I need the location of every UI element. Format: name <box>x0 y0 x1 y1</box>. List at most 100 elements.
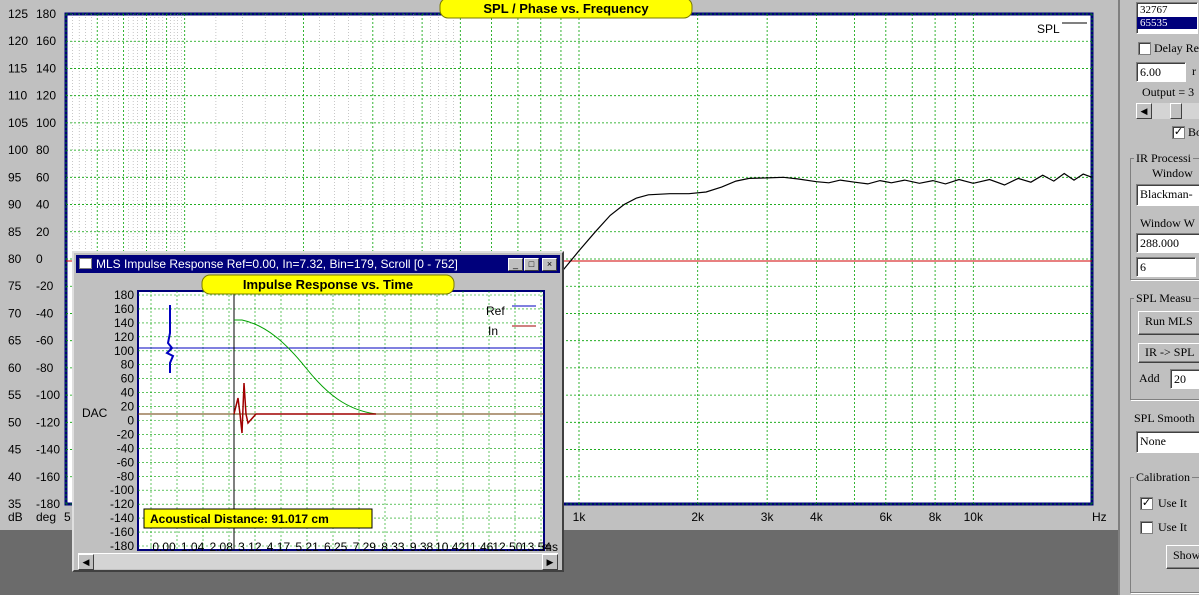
ir-x-unit: ms <box>542 540 558 553</box>
x-tick-label: 2k <box>691 510 705 524</box>
ir-y-tick-label: 140 <box>114 316 134 330</box>
x-tick-label: 3k <box>761 510 775 524</box>
window-system-icon[interactable] <box>79 258 92 269</box>
run-mls-button[interactable]: Run MLS <box>1138 311 1199 335</box>
add-input[interactable]: 20 <box>1170 369 1199 389</box>
y-db-unit: dB <box>8 510 23 524</box>
y-db-tick-label: 70 <box>8 306 22 320</box>
delay-input[interactable]: 6.00 <box>1136 62 1186 82</box>
x-tick-first: 5 <box>64 510 71 524</box>
y-deg-tick-label: -60 <box>36 334 54 348</box>
y-deg-tick-label: 20 <box>36 225 50 239</box>
ir-y-tick-label: 120 <box>114 330 134 344</box>
y-db-tick-label: 85 <box>8 225 22 239</box>
bo-checkbox[interactable]: ✓ <box>1172 126 1185 139</box>
ir-to-spl-button[interactable]: IR -> SPL <box>1138 343 1199 363</box>
ir-y-tick-label: -160 <box>110 525 134 539</box>
slider-thumb[interactable] <box>1170 103 1182 119</box>
ir-y-tick-label: 160 <box>114 302 134 316</box>
y-deg-tick-label: -80 <box>36 361 54 375</box>
window-param-input[interactable]: 6 <box>1136 257 1196 277</box>
y-db-tick-label: 80 <box>8 252 22 266</box>
show-button[interactable]: Show <box>1166 545 1199 569</box>
y-deg-tick-label: -180 <box>36 497 60 511</box>
use-it-checkbox-1[interactable]: ✓ <box>1140 497 1153 510</box>
y-deg-tick-label: -120 <box>36 415 60 429</box>
ir-horizontal-scrollbar[interactable]: ◀ ▶ <box>78 553 558 570</box>
size-list[interactable]: 32767 65535 <box>1136 2 1198 34</box>
list-item-65535[interactable]: 65535 <box>1137 17 1197 29</box>
ir-y-tick-label: -80 <box>117 469 135 483</box>
window-width-label: Window W <box>1140 216 1195 230</box>
maximize-icon[interactable]: □ <box>524 258 539 271</box>
y-db-tick-label: 75 <box>8 279 22 293</box>
legend-spl-label: SPL <box>1037 22 1060 36</box>
ir-y-tick-label: -20 <box>117 427 135 441</box>
ir-y-tick-label: 60 <box>121 372 135 386</box>
ir-y-tick-label: 80 <box>121 358 135 372</box>
ir-window-titlebar[interactable]: MLS Impulse Response Ref=0.00, In=7.32, … <box>76 255 560 273</box>
delay-checkbox[interactable] <box>1138 42 1151 55</box>
ir-x-tick-label: 12.50 <box>492 540 522 553</box>
impulse-response-chart: 180160140120100806040200-20-40-60-80-100… <box>82 274 558 553</box>
ir-plot-title: Impulse Response vs. Time <box>243 277 413 292</box>
y-deg-tick-label: -100 <box>36 388 60 402</box>
y-deg-tick-label: 160 <box>36 34 56 48</box>
x-tick-label: 8k <box>929 510 943 524</box>
ir-x-axis-labels: 0.00 1.04 2.08 3.12 4.17 5.21 6.25 7.29 8.33 9.38… <box>152 540 551 553</box>
minimize-icon[interactable]: _ <box>508 258 523 271</box>
ir-x-tick-label: 5.21 <box>295 540 319 553</box>
y-deg-tick-label: -40 <box>36 306 54 320</box>
y-db-tick-label: 120 <box>8 34 28 48</box>
plot-title: SPL / Phase vs. Frequency <box>483 1 649 16</box>
ir-x-tick-label: 6.25 <box>324 540 348 553</box>
window-type-select[interactable]: Blackman- <box>1136 184 1199 206</box>
y-db-tick-label: 105 <box>8 116 28 130</box>
bo-label: Bo <box>1188 125 1199 139</box>
add-label: Add <box>1139 371 1160 385</box>
ir-x-tick-label: 10.42 <box>435 540 465 553</box>
ir-y-tick-label: -100 <box>110 483 134 497</box>
ir-x-tick-label: 4.17 <box>267 540 291 553</box>
output-slider[interactable]: ◀ <box>1136 103 1199 119</box>
ir-y-tick-label: -140 <box>110 511 134 525</box>
slider-left-arrow[interactable]: ◀ <box>1136 103 1152 119</box>
ir-x-tick-label: 9.38 <box>410 540 434 553</box>
y-db-tick-label: 60 <box>8 361 22 375</box>
y-db-tick-label: 125 <box>8 7 28 21</box>
ir-x-tick-label: 11.46 <box>464 540 493 553</box>
spl-measure-label: SPL Measu <box>1134 291 1194 306</box>
y-deg-tick-label: 140 <box>36 61 56 75</box>
ir-y-tick-label: 20 <box>121 400 135 414</box>
output-label: Output = 3 <box>1142 85 1195 99</box>
ir-x-tick-label: 8.33 <box>381 540 405 553</box>
smooth-select[interactable]: None <box>1136 431 1199 453</box>
impulse-response-window[interactable]: MLS Impulse Response Ref=0.00, In=7.32, … <box>72 251 564 572</box>
legend-in-label: In <box>488 324 498 338</box>
scroll-left-icon[interactable]: ◀ <box>78 554 94 570</box>
calibration-group <box>1130 477 1199 593</box>
y-db-tick-label: 50 <box>8 415 22 429</box>
y-deg-tick-label: 80 <box>36 143 50 157</box>
x-tick-label: 4k <box>810 510 824 524</box>
y-deg-tick-label: -20 <box>36 279 54 293</box>
ir-window-title: MLS Impulse Response Ref=0.00, In=7.32, … <box>96 257 458 271</box>
y-db-tick-label: 95 <box>8 170 22 184</box>
ir-x-tick-label: 1.04 <box>181 540 205 553</box>
use-it-label-1: Use It <box>1158 496 1187 510</box>
y-db-tick-label: 55 <box>8 388 22 402</box>
scroll-right-icon[interactable]: ▶ <box>542 554 558 570</box>
close-icon[interactable]: × <box>542 258 557 271</box>
ir-y-tick-label: 0 <box>127 414 134 428</box>
spl-smooth-label: SPL Smooth <box>1134 411 1195 425</box>
ir-y-unit: DAC <box>82 406 108 420</box>
ir-y-tick-label: 40 <box>121 386 135 400</box>
y-deg-tick-label: 180 <box>36 7 56 21</box>
ir-y-axis-labels: 180160140120100806040200-20-40-60-80-100… <box>110 288 134 553</box>
y-deg-tick-label: 100 <box>36 116 56 130</box>
calibration-label: Calibration <box>1134 470 1192 485</box>
use-it-checkbox-2[interactable] <box>1140 521 1153 534</box>
list-item-32767[interactable]: 32767 <box>1137 3 1197 17</box>
y-axis-labels: 125 180 120 160 115 140 110 120 105 100 100 80 95 60 9… <box>8 7 60 511</box>
window-width-input[interactable]: 288.000 <box>1136 233 1199 253</box>
